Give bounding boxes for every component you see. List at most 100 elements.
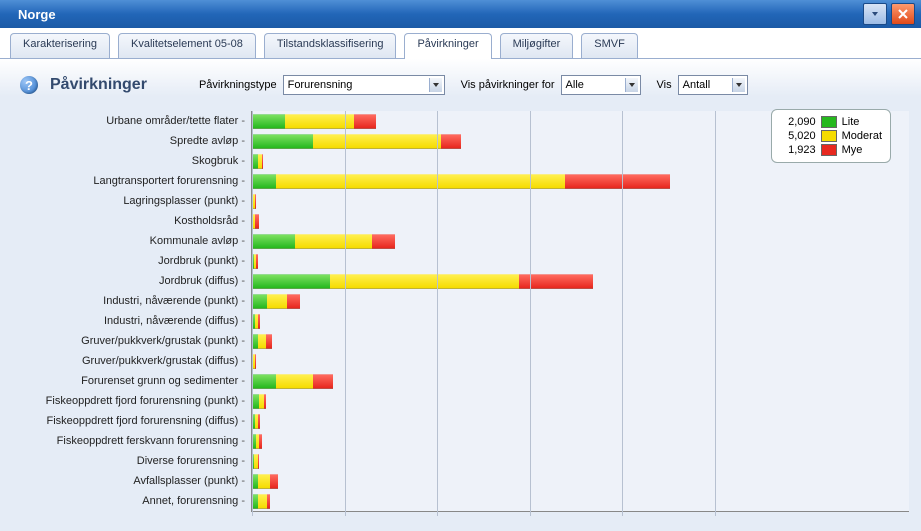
bar-segment-moderat bbox=[258, 474, 269, 489]
bar-segment-lite bbox=[252, 114, 285, 129]
legend-swatch-lite bbox=[821, 116, 837, 128]
bar-segment-lite bbox=[252, 274, 330, 289]
bar-segment-moderat bbox=[258, 494, 266, 509]
bar-segment-moderat bbox=[258, 334, 266, 349]
bar-row bbox=[252, 391, 909, 411]
bar-row bbox=[252, 191, 909, 211]
y-axis-label: Lagringsplasser (punkt) - bbox=[123, 191, 245, 211]
bar-segment-mye bbox=[255, 194, 256, 209]
vis-select-value: Antall bbox=[683, 79, 711, 91]
tab-strip: Karakterisering Kvalitetselement 05-08 Til… bbox=[0, 28, 921, 59]
bar-segment-lite bbox=[252, 394, 259, 409]
bar-segment-moderat bbox=[295, 234, 373, 249]
bar-segment-mye bbox=[372, 234, 394, 249]
tab-2[interactable]: Tilstandsklassifisering bbox=[264, 33, 397, 58]
bar-segment-lite bbox=[252, 374, 276, 389]
bar-segment-mye bbox=[262, 154, 263, 169]
tab-0[interactable]: Karakterisering bbox=[10, 33, 110, 58]
bar-segment-mye bbox=[259, 434, 262, 449]
chart-panel: ? Påvirkninger Påvirkningstype Forurensn… bbox=[0, 59, 921, 531]
bar-segment-mye bbox=[354, 114, 376, 129]
window-title: Norge bbox=[18, 7, 56, 22]
vis-label: Vis bbox=[657, 79, 672, 91]
bar-segment-moderat bbox=[276, 174, 565, 189]
tab-1[interactable]: Kvalitetselement 05-08 bbox=[118, 33, 256, 58]
legend-item: 5,020Moderat bbox=[780, 129, 882, 143]
minimize-button[interactable] bbox=[863, 3, 887, 25]
bar-segment-mye bbox=[441, 134, 461, 149]
vis-select[interactable]: Antall bbox=[678, 75, 748, 95]
bar-row bbox=[252, 491, 909, 511]
bar-segment-lite bbox=[252, 294, 267, 309]
type-label: Påvirkningstype bbox=[199, 79, 277, 91]
legend-swatch-moderat bbox=[821, 130, 837, 142]
y-axis-label: Avfallsplasser (punkt) - bbox=[133, 471, 245, 491]
bar-segment-lite bbox=[252, 174, 276, 189]
bar-row bbox=[252, 231, 909, 251]
stacked-bar-chart: Urbane områder/tette flater -Spredte avl… bbox=[20, 111, 909, 512]
y-axis-label: Kostholdsråd - bbox=[174, 211, 245, 231]
bar-segment-moderat bbox=[267, 294, 287, 309]
y-axis-label: Forurenset grunn og sedimenter - bbox=[81, 371, 245, 391]
y-axis-label: Industri, nåværende (diffus) - bbox=[104, 311, 245, 331]
y-axis-label: Kommunale avløp - bbox=[150, 231, 245, 251]
type-select-value: Forurensning bbox=[288, 79, 353, 91]
y-axis-label: Gruver/pukkverk/grustak (punkt) - bbox=[81, 331, 245, 351]
bar-segment-moderat bbox=[285, 114, 354, 129]
bar-segment-mye bbox=[266, 334, 272, 349]
bar-segment-mye bbox=[270, 474, 278, 489]
for-select-value: Alle bbox=[566, 79, 584, 91]
type-select[interactable]: Forurensning bbox=[283, 75, 445, 95]
bar-segment-mye bbox=[256, 254, 257, 269]
y-axis-label: Gruver/pukkverk/grustak (diffus) - bbox=[82, 351, 245, 371]
y-axis-label: Langtransportert forurensning - bbox=[93, 171, 245, 191]
legend-item: 1,923Mye bbox=[780, 143, 882, 157]
y-axis-label: Industri, nåværende (punkt) - bbox=[103, 291, 245, 311]
window-title-bar: Norge bbox=[0, 0, 921, 28]
bar-row bbox=[252, 451, 909, 471]
bar-segment-mye bbox=[258, 454, 260, 469]
y-axis-label: Jordbruk (punkt) - bbox=[158, 251, 245, 271]
bar-segment-mye bbox=[267, 494, 270, 509]
close-button[interactable] bbox=[891, 3, 915, 25]
bar-row bbox=[252, 291, 909, 311]
bar-segment-lite bbox=[252, 234, 295, 249]
bar-row bbox=[252, 351, 909, 371]
y-axis-label: Annet, forurensning - bbox=[142, 491, 245, 511]
help-icon[interactable]: ? bbox=[20, 76, 38, 94]
bar-segment-moderat bbox=[313, 134, 441, 149]
bar-segment-mye bbox=[255, 354, 256, 369]
bar-segment-mye bbox=[313, 374, 333, 389]
bar-segment-mye bbox=[255, 214, 260, 229]
y-axis-label: Fiskeoppdrett ferskvann forurensning - bbox=[57, 431, 245, 451]
bar-row bbox=[252, 471, 909, 491]
bar-segment-moderat bbox=[330, 274, 519, 289]
tab-3[interactable]: Påvirkninger bbox=[404, 33, 491, 59]
legend-swatch-mye bbox=[821, 144, 837, 156]
y-axis-label: Diverse forurensning - bbox=[137, 451, 245, 471]
bar-row bbox=[252, 271, 909, 291]
bar-row bbox=[252, 371, 909, 391]
bar-segment-mye bbox=[287, 294, 300, 309]
legend: 2,090Lite5,020Moderat1,923Mye bbox=[771, 109, 891, 163]
y-axis-label: Fiskeoppdrett fjord forurensning (diffus… bbox=[46, 411, 245, 431]
y-axis-label: Jordbruk (diffus) - bbox=[159, 271, 245, 291]
tab-5[interactable]: SMVF bbox=[581, 33, 638, 58]
bar-row bbox=[252, 251, 909, 271]
bar-segment-moderat bbox=[276, 374, 313, 389]
bar-segment-mye bbox=[258, 314, 260, 329]
bar-row bbox=[252, 431, 909, 451]
for-select[interactable]: Alle bbox=[561, 75, 641, 95]
bar-row bbox=[252, 311, 909, 331]
legend-item: 2,090Lite bbox=[780, 115, 882, 129]
bar-row bbox=[252, 331, 909, 351]
y-axis-label: Urbane områder/tette flater - bbox=[106, 111, 245, 131]
chart-title: Påvirkninger bbox=[50, 76, 147, 94]
bar-segment-lite bbox=[252, 134, 313, 149]
tab-4[interactable]: Miljøgifter bbox=[500, 33, 574, 58]
bar-row bbox=[252, 171, 909, 191]
bar-row bbox=[252, 211, 909, 231]
y-axis-label: Fiskeoppdrett fjord forurensning (punkt)… bbox=[46, 391, 245, 411]
bar-segment-mye bbox=[258, 414, 260, 429]
y-axis-label: Spredte avløp - bbox=[170, 131, 245, 151]
